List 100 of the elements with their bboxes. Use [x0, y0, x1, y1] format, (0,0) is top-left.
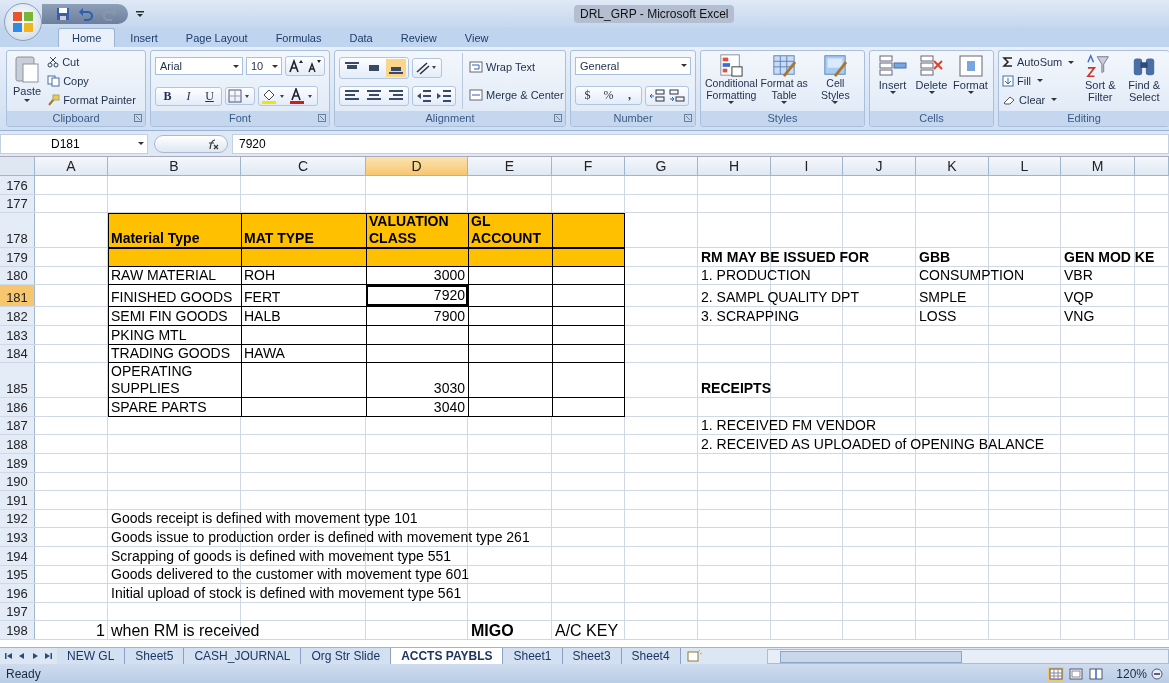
next-sheet-icon[interactable] [30, 651, 40, 661]
sheet-tab[interactable]: NEW GL [57, 648, 126, 664]
paste-button[interactable]: Paste [11, 53, 44, 109]
sheet-cell[interactable]: 1. RECEIVED FM VENDOR [698, 416, 1169, 435]
row-header[interactable]: 193 [0, 528, 35, 546]
sheet-cell[interactable]: HALB [241, 307, 366, 325]
sheet-cell[interactable]: RM MAY BE ISSUED FOR [698, 248, 916, 266]
comma-button[interactable]: , [620, 88, 639, 103]
sheet-cell[interactable]: SMPLE [916, 285, 1061, 307]
sheet-cell[interactable]: A/C KEY [552, 621, 1169, 639]
sheet-cell[interactable]: OPERATING SUPPLIES [108, 363, 241, 398]
row-header[interactable]: 188 [0, 435, 35, 453]
copy-button[interactable]: Copy [47, 75, 136, 87]
sheet-cell[interactable]: GBB [916, 248, 1061, 266]
fill-button[interactable]: Fill [1002, 75, 1078, 87]
zoom-out-icon[interactable] [1151, 667, 1163, 680]
column-header[interactable]: H [698, 157, 771, 176]
view-icon[interactable] [1068, 666, 1085, 681]
sheet-cell[interactable]: 3. SCRAPPING [698, 307, 916, 325]
sheet-cell[interactable]: 7920 [366, 285, 468, 307]
ribbon-tab[interactable]: View [451, 29, 502, 47]
sheet-cell[interactable]: VBR [1061, 266, 1169, 285]
currency-button[interactable]: $ [578, 88, 597, 103]
first-sheet-icon[interactable] [4, 651, 14, 661]
sheet-cell[interactable]: 1. PRODUCTION [698, 266, 916, 285]
sheet-tab[interactable]: Sheet5 [125, 648, 185, 664]
column-header[interactable]: I [771, 157, 843, 176]
sheet-cell[interactable]: ROH [241, 266, 366, 285]
ribbon-tab[interactable]: Insert [117, 29, 171, 47]
sheet-cell[interactable]: Goods receipt is defined with movement type 101 [108, 509, 1169, 528]
sheet-cell[interactable]: TRADING GOODS [108, 344, 241, 363]
sheet-cell[interactable]: Scrapping of goods is defined with movement type 551 [108, 546, 1169, 565]
column-header[interactable]: D [366, 157, 468, 176]
column-header[interactable]: F [552, 157, 625, 176]
insert-function-button[interactable] [154, 134, 228, 153]
dialog-launcher-icon[interactable] [554, 114, 562, 122]
column-header[interactable]: A [35, 157, 108, 176]
row-header[interactable]: 179 [0, 248, 35, 266]
row-header[interactable]: 198 [0, 621, 35, 639]
fill-color-icon[interactable] [261, 88, 287, 104]
ribbon-tab[interactable]: Review [387, 29, 450, 47]
dialog-launcher-icon[interactable] [684, 114, 692, 122]
find-select-button[interactable]: Find & Select [1123, 53, 1166, 109]
horizontal-scrollbar[interactable] [767, 648, 1169, 664]
font-color-icon[interactable] [289, 88, 315, 104]
bold-button[interactable]: B [158, 88, 177, 104]
sheet-cell[interactable]: CONSUMPTION [916, 266, 1061, 285]
grow-font-icon[interactable] [288, 58, 304, 74]
sheet-cell[interactable]: Material Type [108, 213, 241, 248]
cells-button[interactable]: Format [952, 53, 989, 109]
column-header[interactable]: L [989, 157, 1061, 176]
sheet-cell[interactable]: 1 [35, 621, 108, 639]
percent-button[interactable]: % [599, 88, 618, 103]
zoom-level[interactable]: 120% [1116, 666, 1147, 681]
cut-button[interactable]: Cut [47, 56, 136, 69]
sheet-cell[interactable]: HAWA [241, 344, 366, 363]
sheet-cell[interactable]: VQP [1061, 285, 1169, 307]
column-header[interactable]: G [625, 157, 698, 176]
increase-decimal-icon[interactable] [648, 87, 666, 104]
wrap-text-button[interactable]: Wrap Text [469, 61, 565, 73]
row-header[interactable]: 196 [0, 584, 35, 602]
row-header[interactable]: 176 [0, 176, 35, 194]
save-icon[interactable] [56, 6, 70, 21]
autosum-button[interactable]: AutoSum [1002, 56, 1078, 69]
row-header[interactable]: 186 [0, 398, 35, 416]
scrollbar-thumb[interactable] [780, 650, 962, 663]
sheet-tab[interactable]: ACCTS PAYBLS [391, 648, 504, 664]
sheet-cell[interactable]: FINISHED GOODS [108, 285, 241, 307]
column-header[interactable]: C [241, 157, 366, 176]
sheet-tab[interactable]: CASH_JOURNAL [184, 648, 302, 664]
ribbon-tab[interactable]: Formulas [262, 29, 335, 47]
shrink-font-icon[interactable] [306, 58, 322, 74]
underline-button[interactable]: U [200, 88, 219, 104]
sort-filter-button[interactable]: Sort & Filter [1079, 53, 1122, 109]
sheet-cell[interactable]: 3030 [366, 363, 468, 398]
sheet-cell[interactable]: Goods delivered to the customer with movement type 601 [108, 565, 1169, 584]
sheet-tab[interactable]: Sheet3 [562, 648, 622, 664]
row-header[interactable]: 178 [0, 213, 35, 248]
font-size-field[interactable]: 10 [246, 57, 282, 75]
style-button[interactable]: Format as Table [759, 53, 809, 109]
sheet-tab[interactable]: Sheet4 [621, 648, 681, 664]
format-painter-button[interactable]: Format Painter [47, 93, 136, 106]
sheet-cell[interactable]: MIGO [468, 621, 552, 639]
dialog-launcher-icon[interactable] [134, 114, 142, 122]
cells-button[interactable]: Delete [913, 53, 950, 109]
sheet-cell[interactable]: FERT [241, 285, 366, 307]
sheet-cell[interactable]: VALUATION CLASS [366, 213, 468, 248]
row-header[interactable]: 191 [0, 491, 35, 509]
previous-sheet-icon[interactable] [17, 651, 27, 661]
row-header[interactable]: 182 [0, 307, 35, 325]
sheet-cell[interactable]: 3040 [366, 398, 468, 416]
merge-center-button[interactable]: Merge & Center [469, 89, 565, 101]
formula-field[interactable]: 7920 [232, 133, 1169, 154]
sheet-cell[interactable]: GL ACCOUNT [468, 213, 552, 248]
style-button[interactable]: Conditional Formatting [705, 53, 758, 109]
column-header[interactable]: K [916, 157, 989, 176]
number-format-field[interactable]: General [575, 56, 691, 75]
sheet-cell[interactable]: 3000 [366, 266, 468, 285]
ribbon-tab[interactable]: Page Layout [172, 29, 261, 47]
sheet-cell[interactable]: 7900 [366, 307, 468, 325]
